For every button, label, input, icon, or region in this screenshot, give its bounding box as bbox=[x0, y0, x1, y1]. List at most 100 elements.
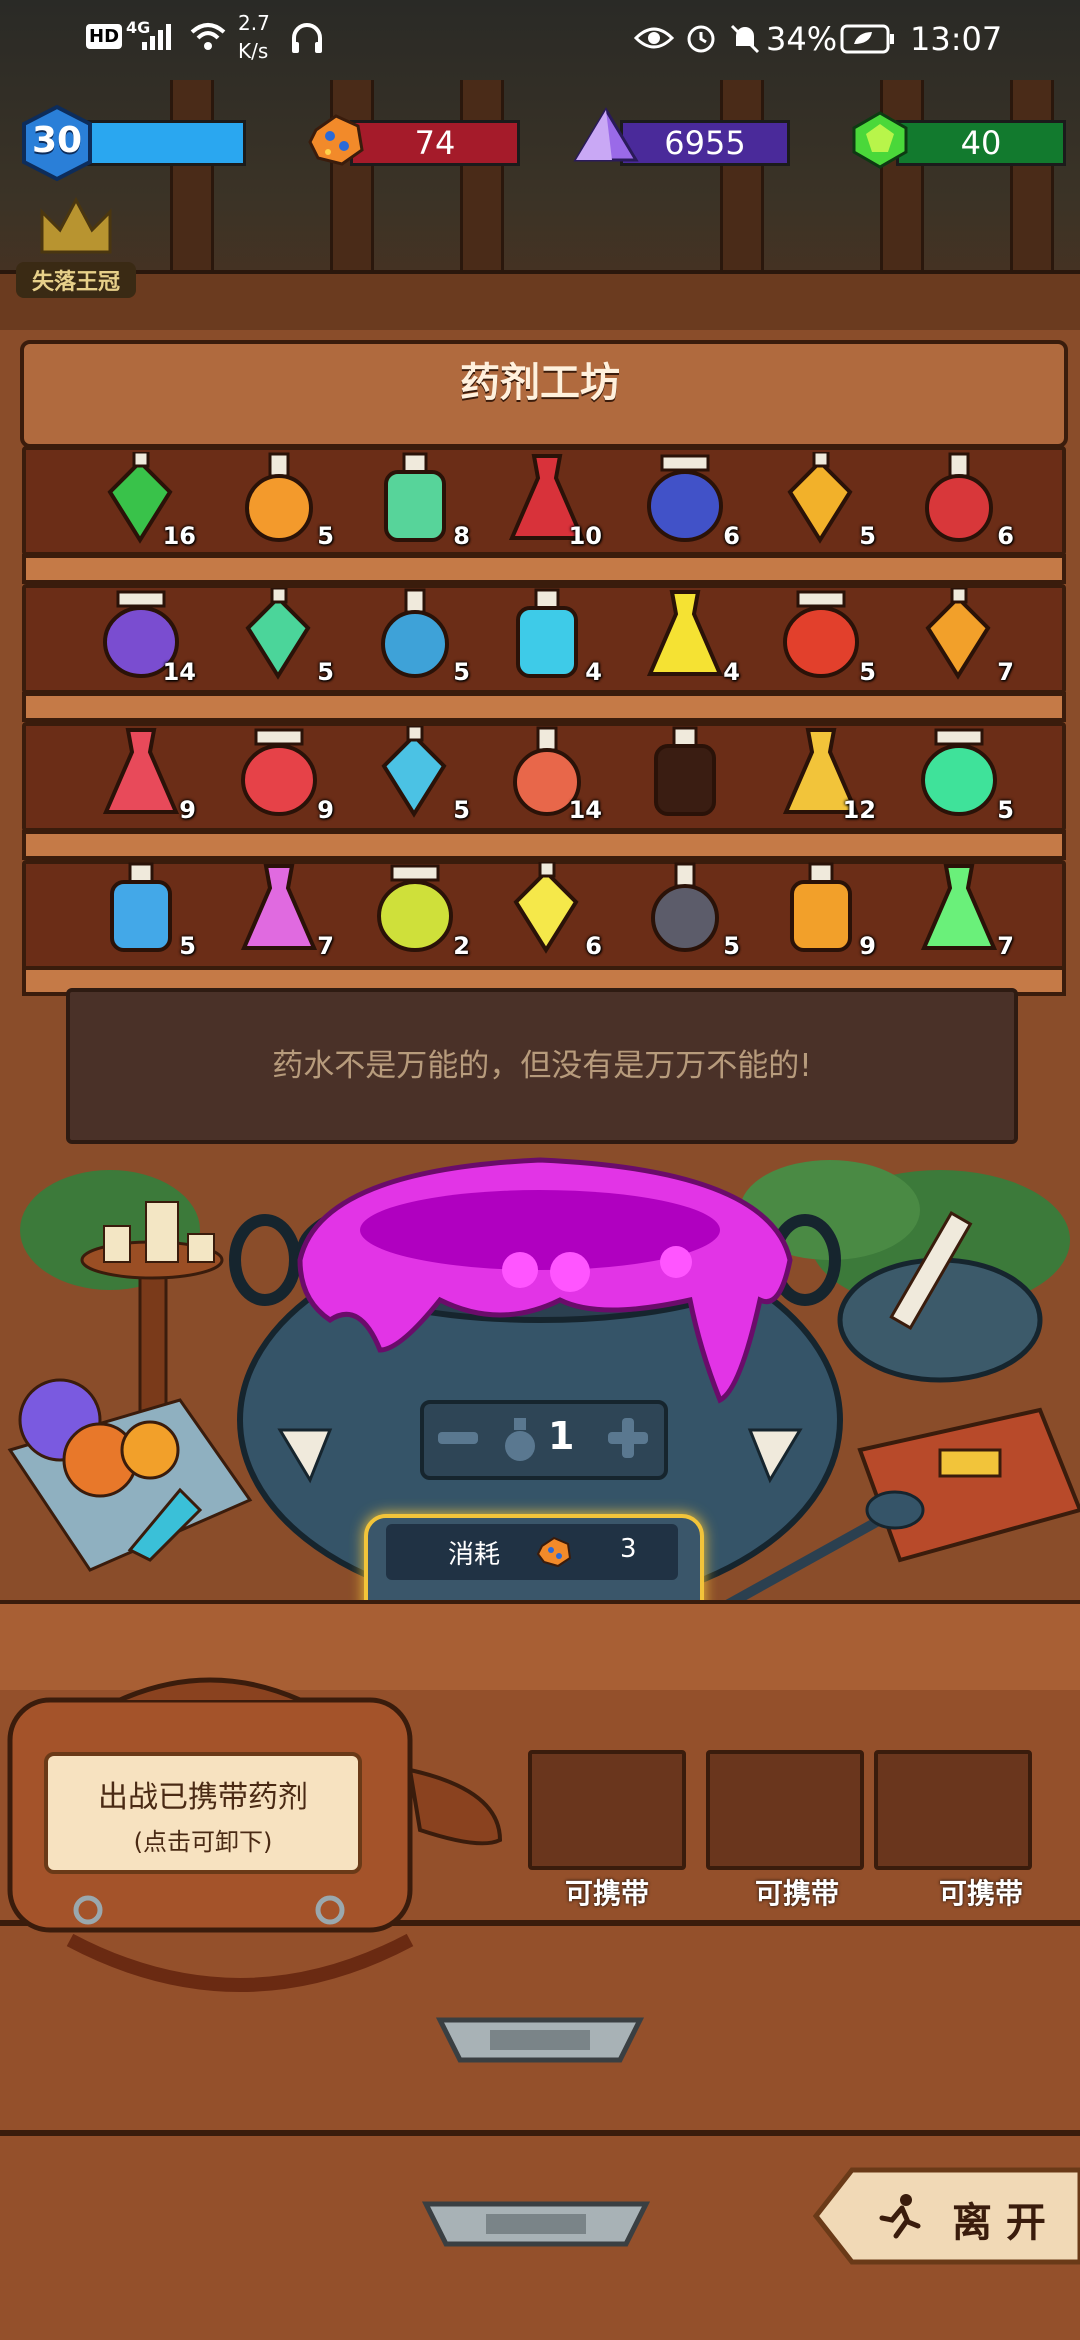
gem-value: 40 bbox=[960, 124, 1002, 162]
potion-slot[interactable]: 10 bbox=[492, 452, 602, 552]
potion-count: 5 bbox=[453, 658, 470, 686]
potion-count: 6 bbox=[585, 932, 602, 960]
potion-slot[interactable]: 5 bbox=[86, 862, 196, 962]
potion-count: 5 bbox=[317, 658, 334, 686]
drawer-handle[interactable] bbox=[430, 2000, 650, 2080]
potion-slot[interactable]: 5 bbox=[360, 588, 470, 688]
leave-button[interactable]: 离 开 bbox=[812, 2166, 1080, 2266]
potion-bottle-icon bbox=[783, 590, 859, 678]
potion-count: 14 bbox=[568, 796, 602, 824]
net-speed-value: 2.7 bbox=[238, 11, 270, 35]
carry-slot-label: 可携带 bbox=[564, 1877, 649, 1910]
potion-count: 5 bbox=[997, 796, 1014, 824]
potion-count: 2 bbox=[453, 932, 470, 960]
potion-bottle-icon bbox=[381, 588, 449, 678]
potion-bottle-icon bbox=[787, 452, 853, 544]
shelf-board bbox=[22, 692, 1066, 722]
potion-slot[interactable]: 9 bbox=[224, 726, 334, 826]
potion-bottle-icon bbox=[654, 726, 716, 816]
potion-count: 7 bbox=[997, 658, 1014, 686]
crown-icon bbox=[40, 196, 112, 254]
potion-bottle-icon bbox=[513, 862, 579, 954]
workshop-title: 药剂工坊 bbox=[460, 360, 620, 406]
potion-count: 9 bbox=[859, 932, 876, 960]
quantity-control: 1 bbox=[420, 1400, 668, 1480]
potion-slot[interactable]: 4 bbox=[630, 588, 740, 688]
mute-bell-icon bbox=[730, 24, 760, 54]
potion-slot[interactable]: 5 bbox=[360, 726, 470, 826]
slogan-panel: 药水不是万能的，但没有是万万不能的! bbox=[66, 988, 1018, 1144]
potion-bottle-icon bbox=[102, 728, 180, 814]
potion-slot[interactable]: 9 bbox=[766, 862, 876, 962]
potion-slot[interactable]: 5 bbox=[766, 452, 876, 552]
shelf-board bbox=[22, 830, 1066, 860]
potion-count: 4 bbox=[723, 658, 740, 686]
carry-slot-2[interactable] bbox=[706, 1750, 864, 1870]
potion-bottle-icon bbox=[646, 590, 724, 676]
potion-slot[interactable]: 6 bbox=[492, 862, 602, 962]
potion-bottle-icon bbox=[381, 726, 447, 818]
shelf-board bbox=[22, 554, 1066, 584]
level-bar bbox=[80, 120, 246, 166]
potion-slot[interactable]: 9 bbox=[86, 726, 196, 826]
running-person-icon bbox=[879, 2194, 921, 2239]
potion-bottle-icon bbox=[245, 452, 313, 542]
potion-bottle-icon bbox=[516, 588, 578, 678]
leave-label: 离 开 bbox=[952, 2200, 1046, 2246]
potion-slot[interactable]: 5 bbox=[766, 588, 876, 688]
potion-bottle-icon bbox=[245, 588, 311, 680]
flask-icon bbox=[505, 1418, 535, 1461]
gem-icon bbox=[852, 111, 908, 169]
carry-slot-3[interactable] bbox=[874, 1750, 1032, 1870]
potion-count: 5 bbox=[317, 522, 334, 550]
drawer-handle[interactable] bbox=[416, 2184, 656, 2264]
plus-icon bbox=[608, 1418, 648, 1458]
carry-slot-label: 可携带 bbox=[754, 1877, 839, 1910]
potion-slot[interactable]: 6 bbox=[630, 452, 740, 552]
potion-slot[interactable]: 2 bbox=[360, 862, 470, 962]
carried-potions-title: 出战已携带药剂 bbox=[98, 1780, 308, 1815]
potion-slot[interactable]: 16 bbox=[86, 452, 196, 552]
background-plank bbox=[460, 80, 504, 280]
potion-slot[interactable]: 8 bbox=[360, 452, 470, 552]
decrease-button[interactable] bbox=[430, 1412, 486, 1464]
battery-percent: 34% bbox=[766, 20, 838, 58]
potion-count: 10 bbox=[568, 522, 602, 550]
crown-label: 失落王冠 bbox=[16, 262, 136, 298]
slogan-text: 药水不是万能的，但没有是万万不能的! bbox=[272, 1048, 812, 1084]
potion-bottle-icon bbox=[110, 862, 172, 952]
potion-slot[interactable]: 14 bbox=[492, 726, 602, 826]
minus-icon bbox=[438, 1432, 478, 1444]
hd-indicator: HD bbox=[86, 24, 123, 49]
carried-potions-panel[interactable]: 出战已携带药剂 (点击可卸下) bbox=[44, 1752, 362, 1874]
potion-slot[interactable]: 7 bbox=[904, 862, 1014, 962]
potion-count: 9 bbox=[179, 796, 196, 824]
cost-label: 消耗 bbox=[448, 1540, 501, 1570]
potion-count: 5 bbox=[859, 658, 876, 686]
potion-slot-locked[interactable] bbox=[630, 726, 740, 826]
lost-crown-button[interactable]: 失落王冠 bbox=[16, 192, 136, 298]
battery-icon bbox=[840, 24, 894, 54]
potion-slot[interactable]: 7 bbox=[904, 588, 1014, 688]
carry-slot-1[interactable] bbox=[528, 1750, 686, 1870]
potion-slot[interactable]: 4 bbox=[492, 588, 602, 688]
potion-bottle-icon bbox=[377, 864, 453, 952]
increase-button[interactable] bbox=[600, 1412, 656, 1464]
potion-count: 5 bbox=[453, 796, 470, 824]
potion-slot[interactable]: 5 bbox=[630, 862, 740, 962]
ore-icon bbox=[536, 1536, 572, 1568]
potion-slot[interactable]: 5 bbox=[224, 452, 334, 552]
potion-count: 9 bbox=[317, 796, 334, 824]
potion-slot[interactable]: 5 bbox=[904, 726, 1014, 826]
potion-bottle-icon bbox=[240, 864, 318, 950]
headphones-icon bbox=[292, 23, 322, 53]
wifi-icon bbox=[190, 23, 226, 50]
carried-potions-hint: (点击可卸下) bbox=[133, 1828, 273, 1856]
potion-slot[interactable]: 6 bbox=[904, 452, 1014, 552]
potion-bottle-icon bbox=[790, 862, 852, 952]
potion-count: 6 bbox=[997, 522, 1014, 550]
potion-slot[interactable]: 5 bbox=[224, 588, 334, 688]
potion-slot[interactable]: 14 bbox=[86, 588, 196, 688]
potion-slot[interactable]: 7 bbox=[224, 862, 334, 962]
potion-slot[interactable]: 12 bbox=[766, 726, 876, 826]
